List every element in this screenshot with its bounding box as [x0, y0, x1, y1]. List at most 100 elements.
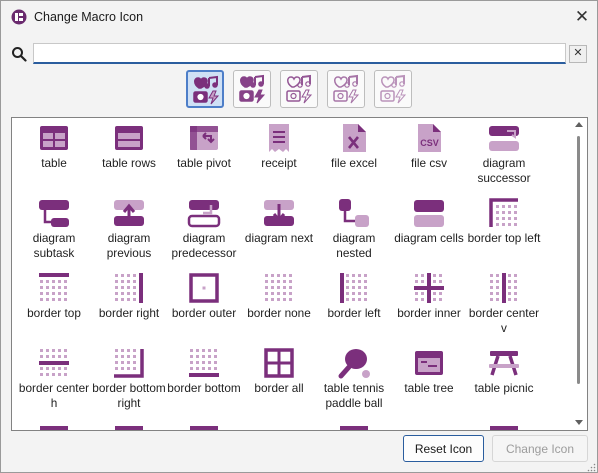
icon-option-label: diagram cells [394, 231, 464, 245]
icon-option[interactable]: diagram subtask [17, 196, 91, 261]
icon-option[interactable]: file excel [317, 121, 391, 171]
scroll-thumb[interactable] [577, 136, 580, 384]
icon-option[interactable]: border center h [17, 346, 91, 411]
icon-option-label: border bottom [167, 381, 241, 395]
icon-option[interactable]: diagram previous [92, 196, 166, 261]
file-csv-icon: CSV [418, 124, 441, 152]
style-outline-icon [333, 74, 360, 104]
icon-option[interactable]: border right [92, 271, 166, 321]
icon-option[interactable]: diagram predecessor [167, 196, 241, 261]
icon-option[interactable]: border none [242, 271, 316, 321]
icon-option-label: diagram nested [332, 231, 376, 260]
border-inner-icon [414, 273, 444, 303]
icon-option[interactable]: border all [242, 346, 316, 396]
icon-option-label: border inner [397, 306, 461, 320]
search-icon [12, 47, 27, 62]
icon-option-label: border top [27, 306, 81, 320]
icon-option-label: border center h [18, 381, 90, 410]
icon-option[interactable] [167, 421, 241, 430]
search-input[interactable] [33, 43, 566, 64]
icon-option[interactable]: receipt [242, 121, 316, 171]
icon-option[interactable]: diagram nested [317, 196, 391, 261]
icon-grid[interactable]: table table rows table pivot receipt file ex… [11, 117, 588, 431]
style-solid-alt-button[interactable] [233, 70, 271, 108]
icon-option[interactable]: table tree [392, 346, 466, 396]
icon-option-label: file csv [410, 156, 448, 170]
icon-option[interactable]: border top [17, 271, 91, 321]
table-tree-icon [415, 351, 443, 375]
border-none-icon [265, 274, 292, 301]
border-left-icon [340, 273, 367, 303]
style-thin-button[interactable] [374, 70, 412, 108]
style-solid-button[interactable] [186, 70, 224, 108]
icon-option[interactable] [17, 421, 91, 430]
icon-option[interactable]: border inner [392, 271, 466, 321]
border-right-icon [115, 273, 143, 303]
icon-option-label: file excel [331, 156, 377, 170]
icon-option-label: diagram predecessor [171, 231, 237, 260]
icon-option-label: table tree [404, 381, 454, 395]
border-bottom-icon [189, 349, 219, 377]
app-icon [11, 9, 27, 25]
icon-option[interactable]: table picnic [467, 346, 541, 396]
icon-option[interactable]: diagram successor [467, 121, 541, 186]
border-center-v-icon [490, 273, 517, 303]
icon-option-label: border top left [467, 231, 541, 245]
icon-option[interactable] [467, 421, 541, 430]
icon-option[interactable]: border top left [467, 196, 541, 246]
icon-option[interactable]: border center v [467, 271, 541, 336]
icon-option-label: border outer [171, 306, 237, 320]
icon-option-label: table tennis paddle ball [323, 381, 385, 410]
close-window-button[interactable]: ✕ [569, 6, 595, 28]
icon-option[interactable]: border left [317, 271, 391, 321]
diagram-next-icon [264, 200, 294, 226]
diagram-subtask-icon [39, 200, 69, 227]
icon-option-label: table [41, 156, 67, 170]
receipt-icon [269, 124, 289, 152]
border-all-icon [264, 348, 294, 378]
change-icon-button[interactable]: Change Icon [492, 435, 588, 462]
table-pivot-icon [190, 126, 218, 150]
icon-option[interactable]: table tennis paddle ball [317, 346, 391, 411]
icon-option[interactable]: table rows [92, 121, 166, 171]
vertical-scrollbar[interactable] [572, 118, 586, 430]
icon-option[interactable]: border bottom right [92, 346, 166, 411]
icon-option[interactable] [92, 421, 166, 430]
icon-option-label: border all [254, 381, 304, 395]
clear-search-button[interactable]: ✕ [569, 45, 587, 63]
title-bar: Change Macro Icon ✕ [1, 1, 597, 33]
icon-option[interactable]: border bottom [167, 346, 241, 396]
icon-option[interactable]: diagram next [242, 196, 316, 246]
icon-option[interactable] [317, 421, 391, 430]
svg-text:CSV: CSV [420, 138, 439, 148]
window-title: Change Macro Icon [34, 10, 144, 24]
icon-option[interactable]: CSV file csv [392, 121, 466, 171]
file-excel-icon [343, 124, 366, 152]
style-duotone-button[interactable] [280, 70, 318, 108]
icon-option-label: diagram successor [477, 156, 531, 185]
icon-option-label: border right [98, 306, 160, 320]
icon-option-label: diagram subtask [32, 231, 76, 260]
icon-option-label: border center v [468, 306, 540, 335]
diagram-nested-icon [339, 199, 369, 227]
icon-option-label: border bottom right [92, 381, 166, 410]
icon-option[interactable]: border outer [167, 271, 241, 321]
icon-option[interactable]: diagram cells [392, 196, 466, 246]
icon-option-label: table pivot [177, 156, 231, 170]
diagram-cells-icon [414, 200, 444, 227]
icon-option-label: border none [247, 306, 311, 320]
reset-icon-button[interactable]: Reset Icon [403, 435, 484, 462]
icon-option-label: diagram previous [106, 231, 152, 260]
style-solid-alt-icon [239, 74, 266, 104]
resize-grip-icon[interactable] [587, 463, 596, 472]
border-outer-icon [189, 273, 219, 303]
style-outline-button[interactable] [327, 70, 365, 108]
style-thin-icon [380, 74, 407, 104]
icon-option-label: border left [327, 306, 381, 320]
icon-option-label: table picnic [474, 381, 534, 395]
scroll-up-icon[interactable] [575, 122, 583, 127]
scroll-down-icon[interactable] [575, 420, 583, 425]
diagram-predecessor-icon [187, 200, 221, 228]
icon-option[interactable]: table [17, 121, 91, 171]
icon-option[interactable]: table pivot [167, 121, 241, 171]
